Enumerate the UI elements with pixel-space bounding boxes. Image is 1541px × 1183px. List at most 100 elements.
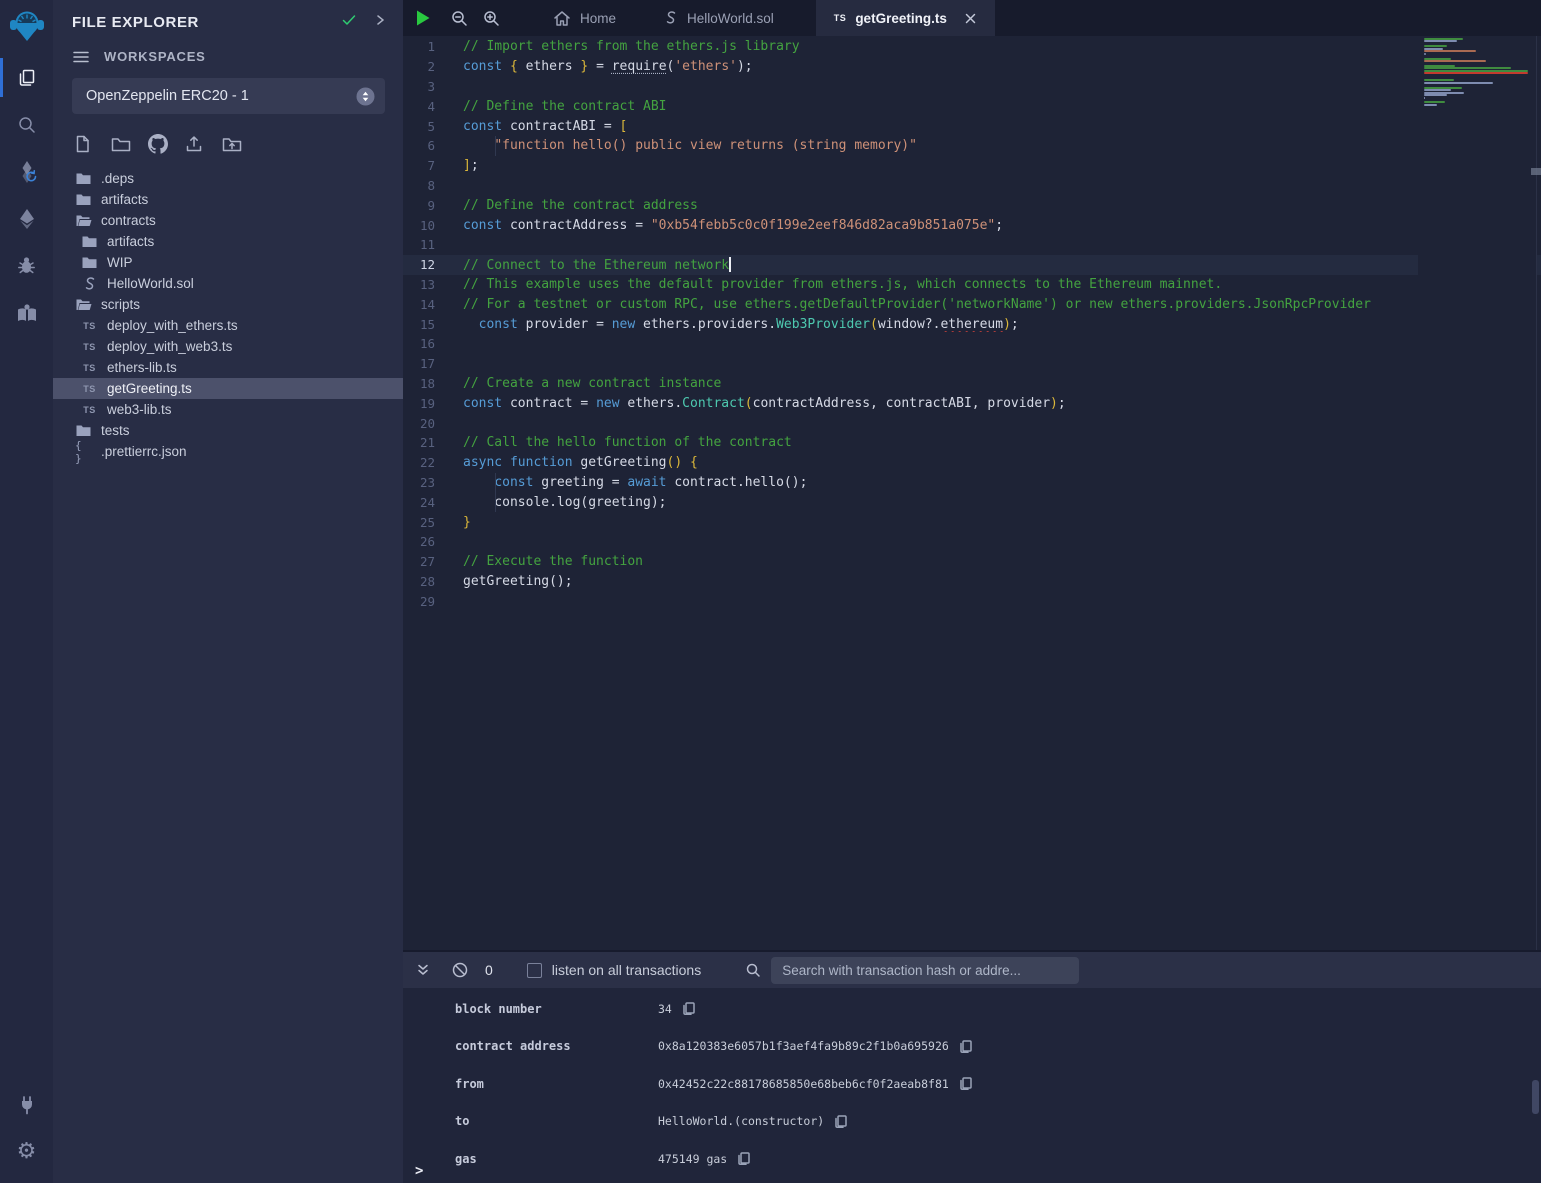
code-line-13[interactable]: 13// This example uses the default provi… xyxy=(403,275,1541,295)
workspace-select[interactable]: OpenZeppelin ERC20 - 1 xyxy=(72,78,385,114)
publish-gist-icon[interactable] xyxy=(185,134,212,154)
code-line-18[interactable]: 18// Create a new contract instance xyxy=(403,374,1541,394)
tree-item-wip[interactable]: WIP xyxy=(53,252,403,273)
workspaces-menu-icon[interactable] xyxy=(72,50,90,64)
activity-deploy-run[interactable] xyxy=(0,195,53,242)
code-line-6[interactable]: 6 "function hello() public view returns … xyxy=(403,136,1541,156)
code-line-26[interactable]: 26 xyxy=(403,532,1541,552)
tree-item-artifacts[interactable]: artifacts xyxy=(53,189,403,210)
code-line-3[interactable]: 3 xyxy=(403,77,1541,97)
activity-debugger[interactable] xyxy=(0,242,53,289)
tx-detail-row-from: from0x42452c22c88178685850e68beb6cf0f2ae… xyxy=(403,1065,1541,1103)
chevron-right-icon[interactable] xyxy=(373,13,387,32)
line-number: 6 xyxy=(403,138,463,153)
code-line-25[interactable]: 25} xyxy=(403,512,1541,532)
new-folder-icon[interactable] xyxy=(111,134,138,154)
file-label: tests xyxy=(101,423,130,438)
activity-remix-logo[interactable] xyxy=(0,2,53,54)
terminal-prompt[interactable]: > xyxy=(415,1163,423,1179)
code-line-10[interactable]: 10const contractAddress = "0xb54febb5c0c… xyxy=(403,215,1541,235)
tab-getgreeting-ts[interactable]: TS getGreeting.ts xyxy=(816,0,995,36)
listen-all-transactions-checkbox[interactable] xyxy=(527,963,542,978)
tree-item-getgreeting-ts[interactable]: TSgetGreeting.ts xyxy=(53,378,403,399)
code-line-17[interactable]: 17 xyxy=(403,354,1541,374)
activity-search[interactable] xyxy=(0,101,53,148)
copy-icon[interactable] xyxy=(681,1001,696,1016)
code-line-12[interactable]: 12// Connect to the Ethereum network xyxy=(403,255,1541,275)
code-editor[interactable]: 1// Import ethers from the ethers.js lib… xyxy=(403,36,1541,950)
terminal-search-input[interactable] xyxy=(771,957,1079,984)
code-line-28[interactable]: 28getGreeting(); xyxy=(403,572,1541,592)
activity-plugin-manager[interactable] xyxy=(0,1081,53,1128)
code-line-27[interactable]: 27// Execute the function xyxy=(403,552,1541,572)
line-number: 20 xyxy=(403,416,463,431)
activity-learneth[interactable] xyxy=(0,289,53,336)
tree-item-ethers-lib-ts[interactable]: TSethers-lib.ts xyxy=(53,357,403,378)
zoom-out-button[interactable] xyxy=(443,0,475,36)
line-number: 3 xyxy=(403,79,463,94)
tree-item-helloworld-sol[interactable]: HelloWorld.sol xyxy=(53,273,403,294)
code-line-7[interactable]: 7]; xyxy=(403,156,1541,176)
editor-pane: Home HelloWorld.sol TS getGreeting.ts 1/… xyxy=(403,0,1541,950)
new-file-icon[interactable] xyxy=(74,134,101,154)
tree-item-artifacts[interactable]: artifacts xyxy=(53,231,403,252)
tree-item-scripts[interactable]: scripts xyxy=(53,294,403,315)
tree-item-deploy-with-ethers-ts[interactable]: TSdeploy_with_ethers.ts xyxy=(53,315,403,336)
search-icon xyxy=(17,115,37,135)
github-icon[interactable] xyxy=(148,134,175,154)
code-line-1[interactable]: 1// Import ethers from the ethers.js lib… xyxy=(403,37,1541,57)
terminal-scrollbar-thumb[interactable] xyxy=(1532,1080,1539,1114)
code-line-22[interactable]: 22async function getGreeting() { xyxy=(403,453,1541,473)
collapse-terminal-icon[interactable] xyxy=(415,962,431,978)
check-icon[interactable] xyxy=(341,12,357,33)
tab-home[interactable]: Home xyxy=(535,0,634,36)
ts-badge-icon: TS xyxy=(81,363,98,373)
zoom-in-button[interactable] xyxy=(475,0,507,36)
tree-item-deploy-with-web3-ts[interactable]: TSdeploy_with_web3.ts xyxy=(53,336,403,357)
code-line-24[interactable]: 24 console.log(greeting); xyxy=(403,492,1541,512)
code-line-8[interactable]: 8 xyxy=(403,176,1541,196)
activity-solidity-compiler[interactable] xyxy=(0,148,53,195)
run-script-button[interactable] xyxy=(403,0,443,36)
code-line-21[interactable]: 21// Call the hello function of the cont… xyxy=(403,433,1541,453)
code-line-19[interactable]: 19const contract = new ethers.Contract(c… xyxy=(403,393,1541,413)
code-line-4[interactable]: 4// Define the contract ABI xyxy=(403,96,1541,116)
tree-item--prettierrc-json[interactable]: { }.prettierrc.json xyxy=(53,441,403,462)
copy-icon[interactable] xyxy=(833,1114,848,1129)
activity-file-explorer[interactable] xyxy=(0,54,53,101)
code-line-9[interactable]: 9// Define the contract address xyxy=(403,195,1541,215)
file-label: WIP xyxy=(107,255,133,270)
copy-icon[interactable] xyxy=(736,1151,751,1166)
code-line-14[interactable]: 14// For a testnet or custom RPC, use et… xyxy=(403,294,1541,314)
tx-detail-row-contract-address: contract address0x8a120383e6057b1f3aef4f… xyxy=(403,1028,1541,1066)
line-number: 18 xyxy=(403,376,463,391)
workspace-selected-name: OpenZeppelin ERC20 - 1 xyxy=(86,88,356,104)
code-line-5[interactable]: 5const contractABI = [ xyxy=(403,116,1541,136)
copy-icon[interactable] xyxy=(958,1039,973,1054)
tx-detail-key: gas xyxy=(455,1152,658,1166)
line-number: 16 xyxy=(403,336,463,351)
editor-scrollbar-thumb[interactable] xyxy=(1531,168,1541,175)
tab-helloworld-sol[interactable]: HelloWorld.sol xyxy=(646,0,792,36)
tx-detail-row-gas: gas475149 gas xyxy=(403,1140,1541,1178)
code-line-11[interactable]: 11 xyxy=(403,235,1541,255)
copy-icon[interactable] xyxy=(958,1076,973,1091)
tree-item-tests[interactable]: tests xyxy=(53,420,403,441)
debugger-icon xyxy=(16,255,37,276)
upload-folder-icon[interactable] xyxy=(222,134,249,154)
activity-settings[interactable]: ⚙ xyxy=(0,1128,53,1175)
code-line-15[interactable]: 15 const provider = new ethers.providers… xyxy=(403,314,1541,334)
code-line-23[interactable]: 23 const greeting = await contract.hello… xyxy=(403,473,1541,493)
code-line-16[interactable]: 16 xyxy=(403,334,1541,354)
tree-item--deps[interactable]: .deps xyxy=(53,168,403,189)
code-text: // Import ethers from the ethers.js libr… xyxy=(463,39,1541,54)
minimap[interactable] xyxy=(1418,36,1536,950)
code-text: } xyxy=(463,515,1541,530)
code-line-20[interactable]: 20 xyxy=(403,413,1541,433)
code-line-2[interactable]: 2const { ethers } = require('ethers'); xyxy=(403,57,1541,77)
tree-item-web3-lib-ts[interactable]: TSweb3-lib.ts xyxy=(53,399,403,420)
close-tab-icon[interactable] xyxy=(964,12,977,25)
clear-console-icon[interactable] xyxy=(451,961,469,979)
code-line-29[interactable]: 29 xyxy=(403,591,1541,611)
tree-item-contracts[interactable]: contracts xyxy=(53,210,403,231)
